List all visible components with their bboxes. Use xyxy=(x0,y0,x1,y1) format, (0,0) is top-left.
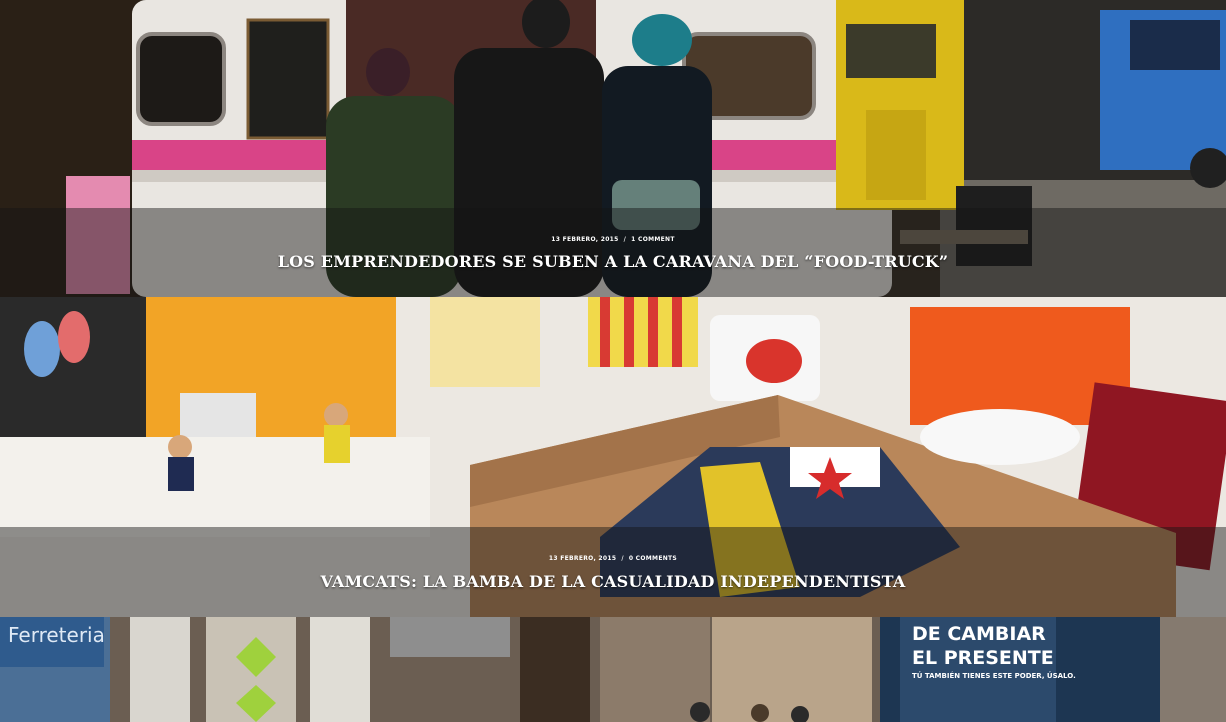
post-card-vamcats[interactable]: 13 febrero, 2015 / 0 comments VAMCATS: LA … xyxy=(0,297,1226,617)
post-meta: 13 febrero, 2015 / 1 comment xyxy=(0,236,1226,243)
post-image-street[interactable]: Ferreteria DE CAMBIAR EL PRESENTE TÚ TAM… xyxy=(0,617,1226,722)
post-meta: 13 febrero, 2015 / 0 comments xyxy=(0,555,1226,562)
post-card-street[interactable]: Ferreteria DE CAMBIAR EL PRESENTE TÚ TAM… xyxy=(0,617,1226,722)
meta-separator: / xyxy=(623,236,627,243)
meta-separator: / xyxy=(621,555,624,562)
post-card-food-truck[interactable]: 13 febrero, 2015 / 1 comment LOS EMPRENDED… xyxy=(0,0,1226,297)
poster-text-line-1: DE CAMBIAR xyxy=(912,623,1046,645)
post-comments-link[interactable]: 1 comment xyxy=(631,236,675,243)
shop-sign-text: Ferreteria xyxy=(8,623,105,647)
post-date: 13 febrero, 2015 xyxy=(551,236,619,243)
poster-small-text: TÚ TAMBIÉN TIENES ESTE PODER, ÚSALO. xyxy=(912,672,1076,680)
post-title-link[interactable]: LOS EMPRENDEDORES SE SUBEN A LA CARAVANA… xyxy=(0,252,1226,271)
post-comments-link[interactable]: 0 comments xyxy=(629,555,677,562)
post-title-link[interactable]: VAMCATS: LA BAMBA DE LA CASUALIDAD INDEP… xyxy=(0,572,1226,591)
poster-text-line-2: EL PRESENTE xyxy=(912,647,1054,669)
post-date: 13 febrero, 2015 xyxy=(548,555,617,562)
